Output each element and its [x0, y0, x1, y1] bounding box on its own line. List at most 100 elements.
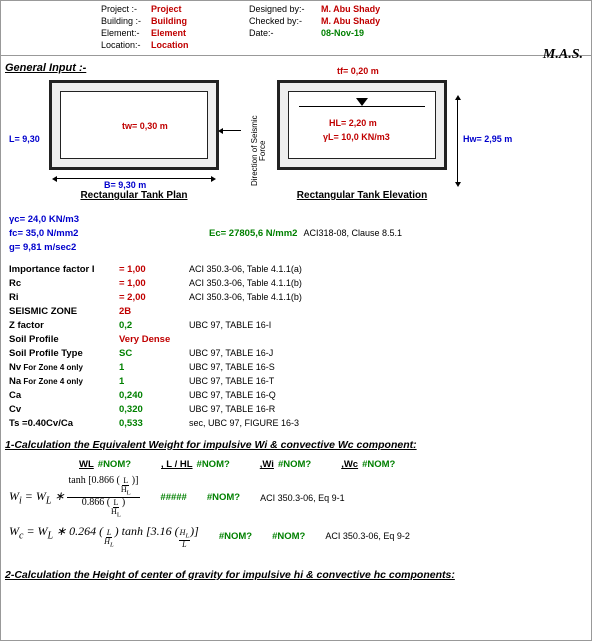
- param-label: Na For Zone 4 only: [9, 376, 119, 387]
- tank-elevation: tf= 0,20 m HL= 2,20 m γL= 10,0 KN/m3 Rec…: [277, 80, 447, 201]
- diagrams-row: L= 9,30 tw= 0,30 m B= 9,30 m Rectangular…: [1, 76, 591, 203]
- calc1-block: WL#NOM?, L / HL#NOM?,Wi#NOM?,Wc#NOM? Wi …: [1, 453, 591, 555]
- building-value: Building: [151, 16, 241, 26]
- param-label: Z factor: [9, 320, 119, 331]
- param-value: Very Dense: [119, 334, 189, 345]
- param-value: SC: [119, 348, 189, 359]
- param-ref: ACI 350.3-06, Table 4.1.1(a): [189, 264, 583, 274]
- calc2-title: 2-Calculation the Height of center of gr…: [1, 563, 591, 583]
- location-label: Location:-: [1, 40, 151, 50]
- param-ref: UBC 97, TABLE 16-T: [189, 376, 583, 386]
- param-value: = 1,00: [119, 278, 189, 289]
- eq1-ref: ACI 350.3-06, Eq 9-1: [260, 493, 345, 503]
- project-value: Project: [151, 4, 241, 14]
- param-ref: UBC 97, TABLE 16-J: [189, 348, 583, 358]
- param-label: Ts =0.40Cv/Ca: [9, 418, 119, 429]
- material-props: γc= 24,0 KN/m3 fc= 35,0 N/mm2 Ec= 27805,…: [1, 203, 591, 257]
- eq-head-item: ,Wi #NOM?: [260, 459, 311, 470]
- eq-head-item: WL #NOM?: [79, 459, 131, 470]
- eq-wc: Wc = WL ∗ 0.264 (LHL) tanh [3.16 (HLL)]: [9, 524, 199, 549]
- mas-logo: M.A.S.: [543, 47, 583, 63]
- eq-head-label: ,Wi: [260, 459, 274, 470]
- elev-caption: Rectangular Tank Elevation: [277, 190, 447, 201]
- param-row: Rc= 1,00ACI 350.3-06, Table 4.1.1(b): [9, 277, 583, 291]
- param-value: 0,2: [119, 320, 189, 331]
- param-row: Cv0,320UBC 97, TABLE 16-R: [9, 403, 583, 417]
- param-label: Soil Profile: [9, 334, 119, 345]
- general-input-title: General Input :-: [1, 56, 591, 76]
- designed-label: Designed by:-: [241, 4, 321, 14]
- param-row: Ca0,240UBC 97, TABLE 16-Q: [9, 389, 583, 403]
- dim-yL: γL= 10,0 KN/m3: [323, 132, 390, 142]
- eq1-nom: #NOM?: [207, 492, 240, 503]
- param-row: Na For Zone 4 only1UBC 97, TABLE 16-T: [9, 375, 583, 389]
- param-value: 0,533: [119, 418, 189, 429]
- param-value: = 2,00: [119, 292, 189, 303]
- param-label: SEISMIC ZONE: [9, 306, 119, 317]
- dim-B: B= 9,30 m: [104, 180, 146, 190]
- date-label: Date:-: [241, 28, 321, 38]
- direction-label: Direction of Seismic Force: [251, 106, 267, 196]
- eq-head-label: ,Wc: [341, 459, 358, 470]
- param-label: Importance factor I: [9, 264, 119, 275]
- param-ref: UBC 97, TABLE 16-S: [189, 362, 583, 372]
- param-value: 0,240: [119, 390, 189, 401]
- eq1-hash: #####: [160, 492, 186, 503]
- eq-head-value: #NOM?: [98, 459, 131, 470]
- eq2-ref: ACI 350.3-06, Eq 9-2: [325, 531, 410, 541]
- Ec-ref: ACI318-08, Clause 8.5.1: [303, 228, 402, 238]
- param-ref: UBC 97, TABLE 16-I: [189, 320, 583, 330]
- eq-head-value: #NOM?: [197, 459, 230, 470]
- param-ref: ACI 350.3-06, Table 4.1.1(b): [189, 292, 583, 302]
- param-label: Cv: [9, 404, 119, 415]
- param-row: Importance factor I= 1,00ACI 350.3-06, T…: [9, 263, 583, 277]
- param-ref: ACI 350.3-06, Table 4.1.1(b): [189, 278, 583, 288]
- plan-caption: Rectangular Tank Plan: [49, 190, 219, 201]
- param-label: Ri: [9, 292, 119, 303]
- eq-head-value: #NOM?: [362, 459, 395, 470]
- eq-head-item: , L / HL #NOM?: [161, 459, 230, 470]
- param-value: 1: [119, 362, 189, 373]
- element-label: Element:-: [1, 28, 151, 38]
- tank-plan: tw= 0,30 m B= 9,30 m Rectangular Tank Pl…: [49, 80, 219, 201]
- param-ref: UBC 97, TABLE 16-R: [189, 404, 583, 414]
- checked-label: Checked by:-: [241, 16, 321, 26]
- eq2-nom1: #NOM?: [219, 531, 252, 542]
- dim-L: L= 9,30: [9, 134, 40, 144]
- eq-head-label: , L / HL: [161, 459, 193, 470]
- eq-head-item: ,Wc #NOM?: [341, 459, 395, 470]
- location-value: Location: [151, 40, 241, 50]
- param-value: 0,320: [119, 404, 189, 415]
- param-label: Rc: [9, 278, 119, 289]
- param-row: Soil ProfileVery Dense: [9, 333, 583, 347]
- yc: γc= 24,0 KN/m3: [9, 214, 119, 225]
- param-row: SEISMIC ZONE2B: [9, 305, 583, 319]
- Ec: Ec= 27805,6 N/mm2: [209, 228, 297, 239]
- param-row: Z factor0,2UBC 97, TABLE 16-I: [9, 319, 583, 333]
- param-label: Ca: [9, 390, 119, 401]
- dim-Hw: Hw= 2,95 m: [463, 134, 512, 144]
- param-value: 1: [119, 376, 189, 387]
- param-row: Soil Profile TypeSCUBC 97, TABLE 16-J: [9, 347, 583, 361]
- fc: fc= 35,0 N/mm2: [9, 228, 119, 239]
- dim-HL: HL= 2,20 m: [329, 118, 377, 128]
- param-row: Nv For Zone 4 only1UBC 97, TABLE 16-S: [9, 361, 583, 375]
- param-row: Ri= 2,00ACI 350.3-06, Table 4.1.1(b): [9, 291, 583, 305]
- date-value: 08-Nov-19: [321, 28, 441, 38]
- g: g= 9,81 m/sec2: [9, 242, 119, 253]
- param-ref: sec, UBC 97, FIGURE 16-3: [189, 418, 583, 428]
- param-value: 2B: [119, 306, 189, 317]
- param-label: Soil Profile Type: [9, 348, 119, 359]
- param-ref: UBC 97, TABLE 16-Q: [189, 390, 583, 400]
- param-table: Importance factor I= 1,00ACI 350.3-06, T…: [1, 257, 591, 433]
- param-value: = 1,00: [119, 264, 189, 275]
- eq-head-label: WL: [79, 459, 94, 470]
- dim-tf: tf= 0,20 m: [337, 66, 379, 76]
- checked-value: M. Abu Shady: [321, 16, 441, 26]
- calc1-title: 1-Calculation the Equivalent Weight for …: [1, 433, 591, 453]
- project-label: Project :-: [1, 4, 151, 14]
- element-value: Element: [151, 28, 241, 38]
- building-label: Building :-: [1, 16, 151, 26]
- param-label: Nv For Zone 4 only: [9, 362, 119, 373]
- eq-head-value: #NOM?: [278, 459, 311, 470]
